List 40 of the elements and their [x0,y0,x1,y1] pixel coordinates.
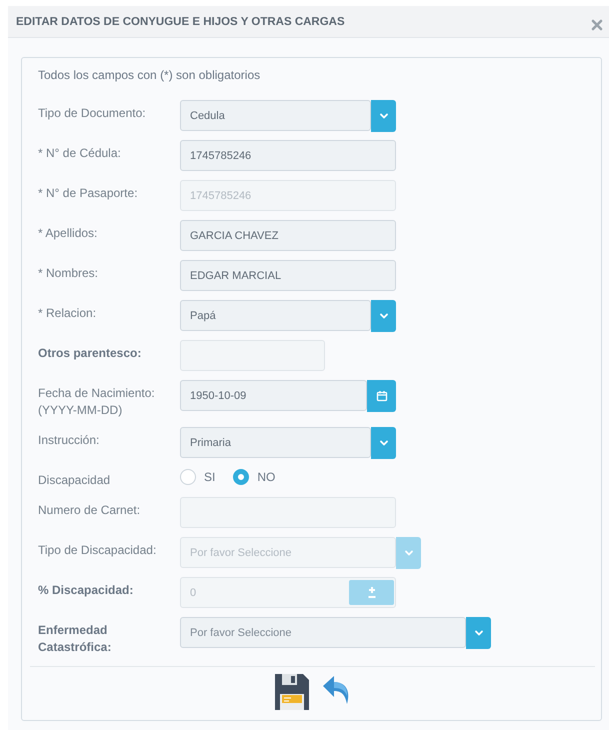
field-label: * Nombres: [38,265,100,282]
select-field[interactable]: Primaria [180,427,371,458]
text-field[interactable]: 1745785246 [180,140,396,171]
field-label: Discapacidad [38,472,112,489]
field-label: Fecha de Nacimiento: (YYYY-MM-DD) [38,385,156,419]
dropdown-button[interactable] [396,537,421,569]
text-field[interactable]: GARCIA CHAVEZ [180,220,396,251]
dialog-title: EDITAR DATOS DE CONYUGUE E HIJOS Y OTRAS CARGAS [16,16,345,28]
save-icon[interactable] [274,674,308,710]
stepper-button[interactable] [349,580,394,605]
field-label: Instrucción: [38,432,100,449]
undo-arrow-icon[interactable] [320,674,350,706]
required-note: Todos los campos con (*) son obligatorios [38,68,262,82]
text-field[interactable]: EDGAR MARCIAL [180,260,396,291]
close-icon[interactable] [591,18,603,30]
select-field[interactable]: Papá [180,300,371,331]
calendar-button[interactable] [367,380,396,412]
radio-button[interactable] [180,469,196,485]
dropdown-button[interactable] [371,427,396,459]
radio-label: NO [257,470,276,484]
radio-button[interactable] [233,469,250,485]
calendar-icon [376,390,388,402]
radio-label: SI [204,470,216,484]
date-field[interactable]: 1950-10-09 [180,380,367,411]
plus-minus-icon [366,586,378,600]
select-field[interactable]: Por favor Seleccione [180,617,466,648]
field-label: Numero de Carnet: [38,502,142,519]
field-label: Otros parentesco: [38,345,142,362]
dropdown-button[interactable] [371,100,396,132]
field-label: Tipo de Documento: [38,105,147,122]
dropdown-button[interactable] [371,300,396,332]
field-label: Enfermedad Catastrófica: [38,622,112,656]
field-label: * Relacion: [38,305,98,322]
dropdown-button[interactable] [466,617,491,649]
field-label: * Apellidos: [38,225,98,242]
select-field[interactable]: Cedula [180,100,371,131]
field-label: * N° de Pasaporte: [38,185,139,202]
field-label: % Discapacidad: [38,582,134,599]
field-label: Tipo de Discapacidad: [38,542,158,559]
field-label: * N° de Cédula: [38,145,122,162]
